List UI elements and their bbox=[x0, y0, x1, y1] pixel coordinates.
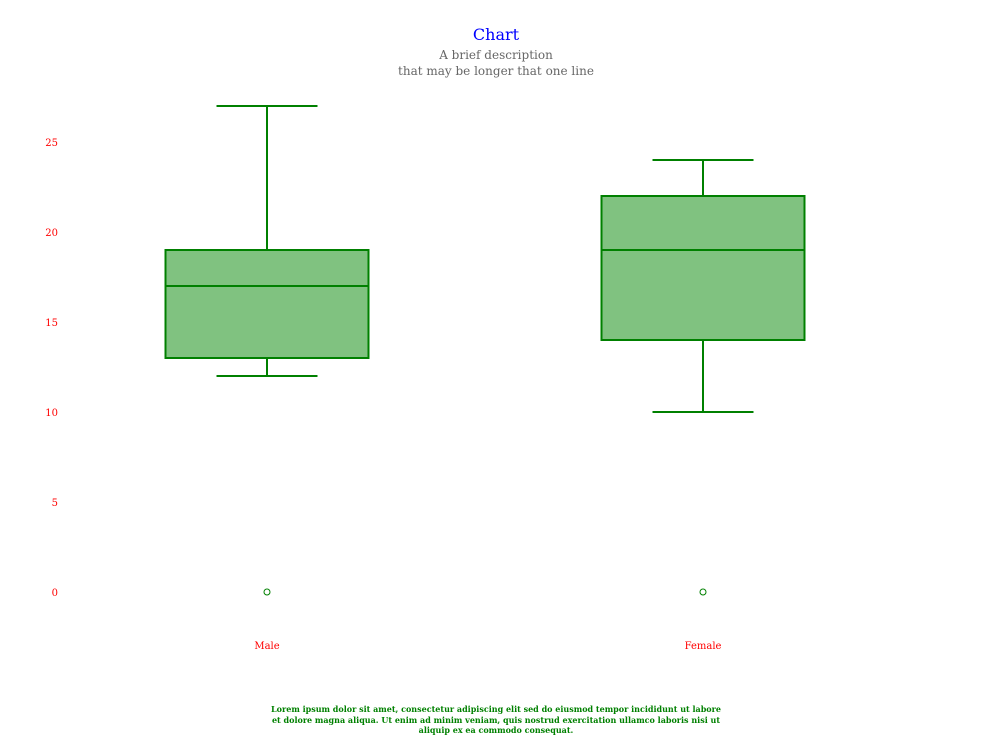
y-tick-label: 25 bbox=[45, 138, 58, 149]
outlier-point bbox=[699, 588, 707, 596]
plot-area bbox=[164, 105, 806, 596]
y-tick-label: 0 bbox=[52, 588, 58, 599]
iqr-box bbox=[600, 195, 806, 341]
chart-title: Chart bbox=[473, 25, 520, 44]
box-group-female bbox=[600, 159, 806, 596]
boxplot-chart: Chart A brief description that may be lo… bbox=[45, 25, 806, 735]
footer-note-line-2: et dolore magna aliqua. Ut enim ad minim… bbox=[272, 715, 720, 725]
chart-subtitle-line-1: A brief description bbox=[438, 48, 553, 62]
x-category-label: Female bbox=[685, 641, 722, 652]
y-tick-label: 5 bbox=[52, 498, 58, 509]
footer-note-line-1: Lorem ipsum dolor sit amet, consectetur … bbox=[271, 704, 721, 714]
x-axis-categories: Male Female bbox=[254, 641, 721, 652]
chart-subtitle-line-2: that may be longer that one line bbox=[398, 64, 594, 78]
footer-note-line-3: aliquip ex ea commodo consequat. bbox=[419, 725, 574, 735]
y-tick-label: 10 bbox=[45, 408, 58, 419]
y-tick-label: 15 bbox=[45, 318, 58, 329]
iqr-box bbox=[164, 249, 370, 359]
x-category-label: Male bbox=[254, 641, 279, 652]
y-tick-label: 20 bbox=[45, 228, 58, 239]
box-group-male bbox=[164, 105, 370, 596]
outlier-point bbox=[263, 588, 271, 596]
y-axis-ticks: 0 5 10 15 20 25 bbox=[45, 138, 58, 599]
